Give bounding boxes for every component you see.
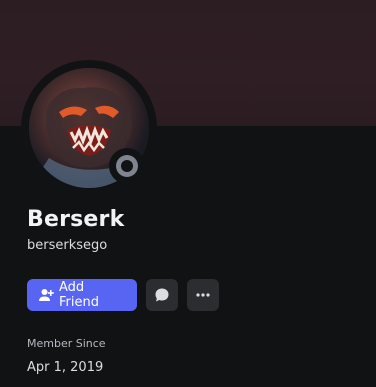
message-button[interactable]: [146, 279, 178, 311]
user-profile-card: Berserk berserksego Add Friend Member Si…: [0, 0, 376, 387]
offline-status-icon: [116, 155, 138, 177]
add-friend-button[interactable]: Add Friend: [27, 279, 137, 311]
more-options-button[interactable]: [187, 279, 219, 311]
message-bubble-icon: [154, 287, 170, 303]
profile-actions: Add Friend: [27, 279, 219, 311]
member-since-date: Apr 1, 2019: [27, 360, 104, 375]
display-name: Berserk: [27, 207, 125, 232]
username[interactable]: berserksego: [27, 238, 107, 253]
add-friend-icon: [38, 287, 54, 303]
more-dots-icon: [195, 287, 211, 303]
member-since-label: Member Since: [27, 337, 106, 350]
avatar-container[interactable]: [21, 60, 157, 196]
add-friend-label: Add Friend: [59, 280, 99, 310]
status-indicator: [109, 148, 145, 184]
